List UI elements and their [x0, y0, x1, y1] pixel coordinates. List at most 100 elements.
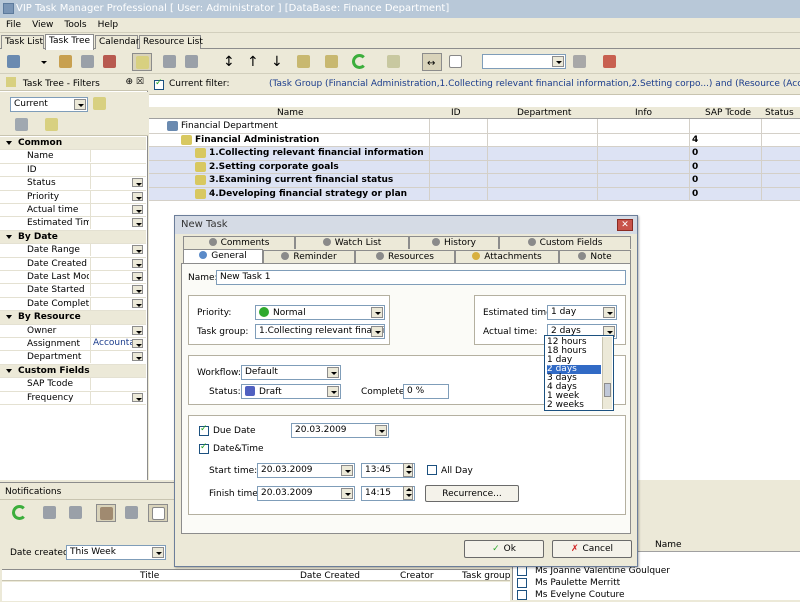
notify-button-5[interactable]	[148, 504, 168, 522]
chevron-down-icon[interactable]	[74, 99, 86, 110]
tree-row[interactable]: 4.Developing financial strategy or plan 0	[149, 187, 800, 201]
menu-view[interactable]: View	[26, 18, 58, 30]
tree-row[interactable]: 3.Examining current financial status 0	[149, 174, 800, 188]
actual-time-dropdown-list[interactable]: 12 hours 18 hours 1 day 2 days 3 days 4 days 1…	[544, 335, 614, 411]
eye-button[interactable]	[160, 53, 180, 71]
filter-row-value[interactable]	[90, 351, 144, 364]
expand-tree-button[interactable]	[294, 53, 314, 71]
chevron-down-icon[interactable]	[327, 367, 339, 378]
recurrence-button[interactable]: Recurrence...	[425, 485, 519, 502]
ok-button[interactable]: ✓ Ok	[464, 540, 544, 558]
notify-button-4[interactable]	[122, 504, 142, 522]
chevron-down-icon[interactable]	[552, 56, 564, 67]
tab-resources[interactable]: Resources	[355, 250, 455, 263]
column-name[interactable]: Name	[277, 108, 304, 118]
task-group-select[interactable]: 1.Collecting relevant financial	[255, 324, 385, 339]
person-checkbox[interactable]	[517, 590, 527, 600]
filter-row-value[interactable]: Accounta	[90, 338, 144, 350]
filter-toggle-button[interactable]	[132, 53, 152, 71]
view-task-button[interactable]	[78, 53, 98, 71]
print-button[interactable]	[384, 53, 404, 71]
chevron-down-icon[interactable]	[327, 386, 339, 397]
tab-task-list[interactable]: Task List	[1, 35, 44, 49]
task-name-input[interactable]: New Task 1	[216, 270, 626, 285]
filter-row-value[interactable]	[90, 204, 144, 216]
filter-row-value[interactable]	[90, 271, 144, 283]
filter-row[interactable]: Department	[0, 351, 146, 365]
chevron-down-icon[interactable]	[371, 307, 383, 318]
person-row[interactable]: Ms Evelyne Couture	[513, 589, 800, 602]
filter-row-value[interactable]	[90, 177, 144, 190]
column-task-group[interactable]: Task group	[462, 571, 510, 581]
chevron-down-icon[interactable]	[375, 425, 387, 436]
filter-preset-select[interactable]: Current	[10, 97, 88, 112]
chevron-down-icon[interactable]	[132, 325, 143, 335]
status-select[interactable]: Draft	[241, 384, 341, 399]
chevron-down-icon[interactable]	[132, 205, 143, 214]
column-title[interactable]: Title	[140, 571, 159, 581]
due-date-checkbox[interactable]	[199, 424, 209, 436]
tab-resource-list[interactable]: Resource List	[139, 35, 203, 49]
filter-row[interactable]: Status	[0, 177, 146, 191]
notify-button-1[interactable]	[40, 504, 60, 522]
tab-watch-list[interactable]: Watch List	[295, 236, 409, 249]
chevron-down-icon[interactable]	[132, 191, 143, 201]
chevron-down-icon[interactable]	[132, 218, 143, 228]
current-filter-checkbox[interactable]	[154, 78, 164, 90]
chevron-down-icon[interactable]	[132, 245, 143, 255]
chevron-down-icon[interactable]	[132, 339, 143, 348]
filter-row[interactable]: Name	[0, 150, 146, 164]
filter-category[interactable]: Custom Fields	[0, 364, 146, 379]
filter-row-value[interactable]	[90, 378, 144, 391]
chevron-down-icon[interactable]	[341, 465, 353, 476]
filter-category[interactable]: Common	[0, 137, 146, 151]
column-creator[interactable]: Creator	[400, 571, 434, 581]
apply-filter-button[interactable]	[12, 116, 32, 134]
start-time-spinner[interactable]	[403, 463, 413, 477]
filter-row[interactable]: Owner	[0, 324, 146, 338]
filter-row[interactable]: Date Range	[0, 244, 146, 258]
toolbar-search-combo[interactable]	[482, 54, 566, 69]
tab-history[interactable]: History	[409, 236, 499, 249]
chevron-down-icon[interactable]	[132, 352, 143, 362]
estimated-time-select[interactable]: 1 day	[547, 305, 617, 320]
column-person-name[interactable]: Name	[655, 540, 682, 550]
start-date-picker[interactable]: 20.03.2009	[257, 463, 355, 478]
reset-filter-button[interactable]	[42, 116, 62, 134]
filter-row-value[interactable]	[90, 217, 144, 230]
tab-custom-fields[interactable]: Custom Fields	[499, 236, 631, 249]
clear-filter-button[interactable]	[600, 53, 620, 71]
filter-row-value[interactable]	[90, 257, 144, 270]
finish-time-spinner[interactable]	[403, 486, 413, 500]
menu-file[interactable]: File	[0, 18, 26, 30]
chevron-down-icon[interactable]	[132, 258, 143, 268]
filter-category[interactable]: By Resource	[0, 311, 146, 325]
tree-row[interactable]: 1.Collecting relevant financial informat…	[149, 147, 800, 161]
filter-row[interactable]: ID	[0, 163, 146, 178]
tab-note[interactable]: Note	[559, 250, 631, 263]
filter-row[interactable]: Estimated Time	[0, 217, 146, 231]
due-date-picker[interactable]: 20.03.2009	[291, 423, 389, 438]
person-checkbox[interactable]	[517, 566, 527, 576]
column-status[interactable]: Status	[765, 108, 794, 118]
tree-row[interactable]: 2.Setting corporate goals 0	[149, 160, 800, 174]
notify-button-2[interactable]	[66, 504, 86, 522]
complete-input[interactable]: 0 %	[403, 384, 449, 399]
filter-row[interactable]: Assignment Accounta	[0, 338, 146, 352]
chevron-down-icon[interactable]	[132, 272, 143, 281]
refresh-button[interactable]	[350, 53, 370, 71]
chevron-down-icon[interactable]	[132, 298, 143, 308]
chevron-down-icon[interactable]	[132, 178, 143, 188]
chevron-down-icon[interactable]	[603, 307, 615, 318]
filter-category[interactable]: By Date	[0, 230, 146, 245]
all-day-checkbox[interactable]	[427, 465, 437, 475]
refresh-notifications-button[interactable]	[10, 504, 30, 522]
datetime-checkbox[interactable]	[199, 442, 209, 454]
filter-row-value[interactable]	[90, 150, 144, 163]
save-filter-button[interactable]	[90, 95, 110, 113]
column-id[interactable]: ID	[451, 108, 461, 118]
column-sap-tcode[interactable]: SAP Tcode	[705, 108, 751, 118]
tree-row[interactable]: Financial Administration 4	[149, 134, 800, 147]
filter-row[interactable]: Actual time	[0, 204, 146, 218]
filter-row-value[interactable]	[90, 297, 144, 310]
